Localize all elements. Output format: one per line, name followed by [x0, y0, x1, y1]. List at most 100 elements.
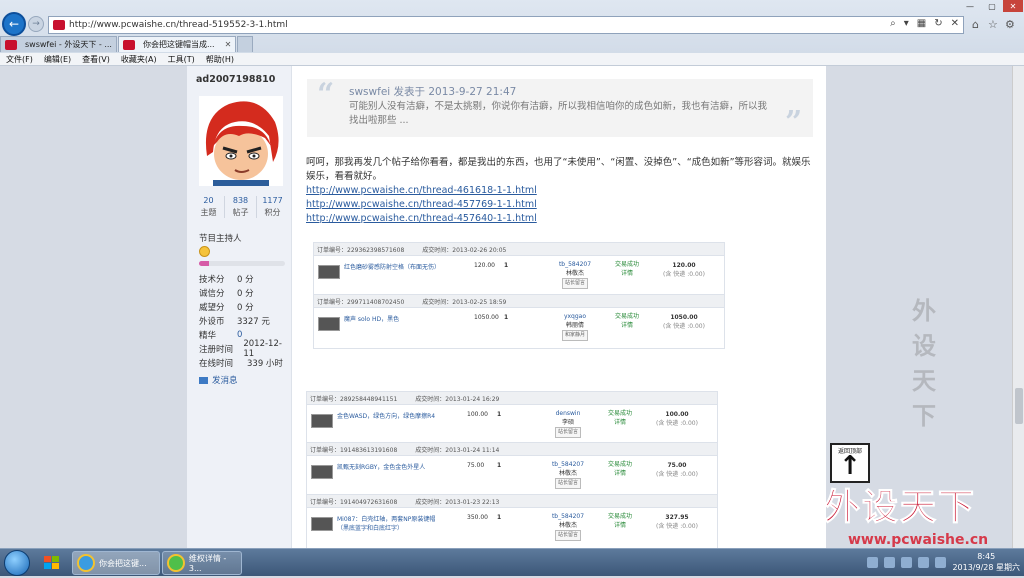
network-icon[interactable] [918, 556, 930, 568]
dropdown-icon[interactable]: ▾ [904, 18, 909, 29]
send-message-link[interactable]: 发消息 [199, 374, 238, 386]
seller-info: tb_584207 林敬杰 站长留言 [547, 512, 589, 541]
attr-value: 339 小时 [247, 359, 283, 369]
search-icon[interactable]: ⌕ [890, 18, 896, 29]
tray-icon[interactable] [867, 556, 879, 568]
tab-swswfei[interactable]: swswfei - 外设天下 - ... [0, 36, 117, 52]
trade-detail-link[interactable]: 详情 [610, 269, 644, 278]
product-quantity: 1 [504, 314, 509, 321]
order-number: 订单编号：191483613191608 [310, 446, 398, 454]
menu-favorites[interactable]: 收藏夹(A) [121, 54, 157, 65]
product-thumbnail[interactable] [311, 414, 333, 428]
back-button[interactable]: ← [2, 12, 26, 36]
send-message-label: 发消息 [212, 376, 238, 386]
quote-body: 可能别人没有洁癖，不是太挑剔，你说你有洁癖，所以我相信咱你的成色如新，我也有洁癖… [349, 101, 768, 126]
seller-id[interactable]: yxqgao [554, 312, 596, 321]
attr-key: 精华 [199, 331, 217, 341]
message-tag[interactable]: 站长留言 [554, 478, 581, 489]
window-close-button[interactable]: ✕ [1003, 0, 1023, 12]
product-thumbnail[interactable] [318, 317, 340, 331]
stat-threads[interactable]: 20 主题 [193, 196, 225, 218]
taskbar-ie-window-2[interactable]: 维权详情 - 3... [162, 551, 242, 575]
attr-value[interactable]: 0 [237, 330, 242, 340]
product-name[interactable]: 凯甄无刻RGBY，金色金色外星人 [337, 462, 447, 471]
trade-detail-link[interactable]: 详情 [603, 469, 637, 478]
product-thumbnail[interactable] [318, 265, 340, 279]
gear-icon[interactable]: ⚙ [1005, 18, 1015, 31]
tab-close-icon[interactable]: ✕ [225, 40, 232, 49]
seller-name: 林敬杰 [565, 270, 584, 277]
quote-header[interactable]: swswfei 发表于 2013-9-27 21:47 [349, 84, 516, 99]
scrollbar-thumb[interactable] [1015, 388, 1023, 424]
message-tag[interactable]: 站长留言 [554, 530, 581, 541]
product-quantity: 1 [504, 262, 509, 269]
trade-detail-link[interactable]: 详情 [603, 418, 637, 427]
product-name[interactable]: 金色WASD，绿色方向，绿色摩擦R4 [337, 411, 447, 420]
stat-label: 帖子 [232, 208, 249, 217]
avatar[interactable] [199, 96, 283, 186]
address-url[interactable]: http://www.pcwaishe.cn/thread-519552-3-1… [69, 20, 288, 30]
home-icon[interactable]: ⌂ [972, 18, 979, 31]
seller-id[interactable]: denswin [547, 409, 589, 418]
seller-id[interactable]: tb_584207 [547, 460, 589, 469]
stat-points[interactable]: 1177 积分 [257, 196, 288, 218]
start-button[interactable] [4, 550, 30, 576]
taskbar-ie-window-1[interactable]: 你会把这键... [72, 551, 160, 575]
trade-detail-link[interactable]: 详情 [603, 521, 637, 530]
order-body: 凯甄无刻RGBY，金色金色外星人 75.00 1 tb_584207 林敬杰 站长留言 交易… [307, 456, 717, 496]
order-time: 成交时间：2013-01-24 16:29 [415, 395, 500, 403]
menu-file[interactable]: 文件(F) [6, 54, 33, 65]
volume-icon[interactable] [935, 556, 947, 568]
stat-posts[interactable]: 838 帖子 [225, 196, 257, 218]
forward-button[interactable]: → [28, 16, 44, 32]
seller-id[interactable]: tb_584207 [554, 260, 596, 269]
product-thumbnail[interactable] [311, 517, 333, 531]
message-tag[interactable]: 和家静月 [561, 330, 588, 341]
envelope-icon [199, 376, 208, 384]
post-body: 呵呵，那我再发几个帖子给你看看，都是我出的东西，也用了“未使用”、“闲置、没掉色… [306, 156, 816, 226]
tab-current[interactable]: 你会把这键帽当成... ✕ [117, 36, 237, 52]
tray-icon[interactable] [884, 556, 896, 568]
address-bar[interactable]: http://www.pcwaishe.cn/thread-519552-3-1… [48, 16, 964, 34]
menu-view[interactable]: 查看(V) [82, 54, 110, 65]
username[interactable]: ad2007198810 [196, 74, 275, 85]
close-icon[interactable]: ✕ [951, 18, 959, 29]
clock[interactable]: 8:45 2013/9/28 星期六 [952, 551, 1020, 573]
tray-icon[interactable] [901, 556, 913, 568]
trade-detail-link[interactable]: 详情 [610, 321, 644, 330]
refresh-icon[interactable]: ↻ [934, 18, 942, 29]
product-name[interactable]: Mi087：白壳红轴，两套NP原装键帽（黑底蓝字和白底红字） [337, 514, 447, 532]
order-total: 100.00 (含 快递 :0.00) [647, 410, 707, 428]
product-thumbnail[interactable] [311, 465, 333, 479]
task-label: 维权详情 - 3... [188, 554, 227, 573]
favorites-star-icon[interactable]: ☆ [988, 18, 998, 31]
seller-id[interactable]: tb_584207 [547, 512, 589, 521]
order-total-value: 1050.00 [670, 314, 698, 321]
trade-status-label: 交易成功 [607, 513, 632, 520]
minimize-button[interactable]: — [960, 0, 980, 12]
tab-label: 你会把这键帽当成... [142, 40, 215, 49]
seller-name: 韩丽倩 [565, 322, 584, 329]
maximize-button[interactable]: ▢ [982, 0, 1002, 12]
menu-edit[interactable]: 编辑(E) [44, 54, 71, 65]
message-tag[interactable]: 站长留言 [554, 427, 581, 438]
compat-view-icon[interactable]: ▦ [917, 18, 926, 29]
attr-value: 2012-12-11 [243, 339, 282, 359]
vertical-scrollbar[interactable] [1012, 66, 1024, 548]
product-name[interactable]: 魔声 solo HD，黑色 [344, 314, 454, 323]
back-to-top-button[interactable]: 返回顶部 ↑ [830, 443, 870, 483]
menu-help[interactable]: 帮助(H) [206, 54, 234, 65]
attr-row: 诚信分 0 分 [199, 286, 289, 300]
order-time: 成交时间：2013-01-23 22:13 [415, 498, 500, 506]
menu-tools[interactable]: 工具(T) [168, 54, 195, 65]
post-link[interactable]: http://www.pcwaishe.cn/thread-461618-1-1… [306, 184, 816, 198]
post-link[interactable]: http://www.pcwaishe.cn/thread-457769-1-1… [306, 198, 816, 212]
product-name[interactable]: 红色磨砂雾感防射空格（布面无伤） [344, 262, 454, 271]
trade-status: 交易成功 详情 [603, 460, 637, 478]
new-tab-button[interactable] [237, 36, 254, 52]
windows-flag-icon[interactable] [38, 551, 66, 575]
post-link[interactable]: http://www.pcwaishe.cn/thread-457640-1-1… [306, 212, 816, 226]
message-tag[interactable]: 站长留言 [561, 278, 588, 289]
trade-status-label: 交易成功 [614, 261, 639, 268]
open-quote-icon: “ [317, 77, 335, 112]
